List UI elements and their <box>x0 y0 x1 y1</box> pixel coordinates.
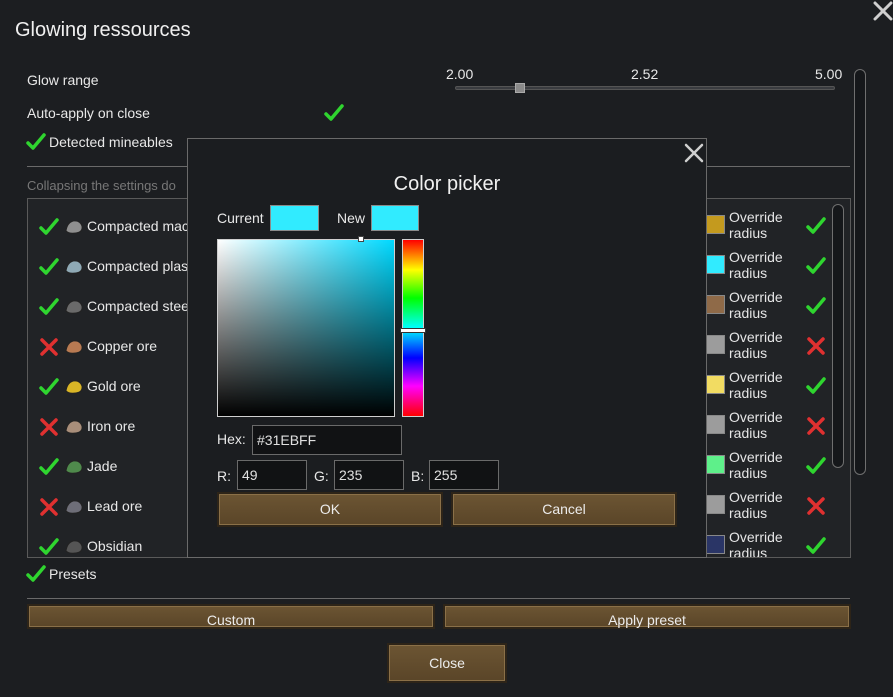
color-swatch[interactable] <box>706 335 725 354</box>
color-swatch[interactable] <box>706 295 725 314</box>
color-swatch[interactable] <box>706 495 725 514</box>
window-title: Glowing ressources <box>15 19 191 41</box>
mineral-name: Compacted stee <box>87 298 189 314</box>
mineral-name: Obsidian <box>87 538 143 554</box>
gold-ore-icon <box>65 380 83 394</box>
new-label: New <box>337 210 366 226</box>
dialog-title: Color picker <box>393 173 501 195</box>
list-scrollbar[interactable] <box>832 204 844 468</box>
enabled-check-icon[interactable] <box>39 537 59 557</box>
color-swatch[interactable] <box>706 375 725 394</box>
color-swatch[interactable] <box>706 415 725 434</box>
color-swatch[interactable] <box>706 255 725 274</box>
color-swatch[interactable] <box>706 535 725 554</box>
mineral-name: Compacted mac <box>87 218 189 234</box>
enabled-check-icon[interactable] <box>39 457 59 477</box>
enabled-check-icon[interactable] <box>39 377 59 397</box>
g-input[interactable] <box>334 460 404 490</box>
collapse-hint: Collapsing the settings do <box>27 178 176 193</box>
compacted-machinery-icon <box>65 220 83 234</box>
mineral-name: Compacted plas <box>87 258 189 274</box>
lead-ore-icon <box>65 500 83 514</box>
color-swatch[interactable] <box>706 455 725 474</box>
hex-label: Hex: <box>217 431 246 447</box>
override-cross-icon[interactable] <box>806 416 826 436</box>
divider <box>27 598 850 599</box>
new-color-swatch <box>371 205 419 231</box>
apply-preset-button[interactable]: Apply preset <box>443 604 851 629</box>
mineral-name: Copper ore <box>87 338 158 354</box>
disabled-cross-icon[interactable] <box>39 497 59 517</box>
close-button[interactable]: Close <box>387 643 507 683</box>
slider-handle[interactable] <box>515 83 525 93</box>
obsidian-icon <box>65 540 83 554</box>
glow-range-label: Glow range <box>27 72 99 88</box>
window-scrollbar[interactable] <box>854 69 866 475</box>
sv-cursor[interactable] <box>358 236 364 242</box>
override-radius-label: Override radius <box>729 369 783 401</box>
ok-button[interactable]: OK <box>217 492 443 527</box>
custom-button[interactable]: Custom <box>27 604 435 629</box>
hue-cursor[interactable] <box>400 328 426 333</box>
slider-max-label: 5.00 <box>815 66 843 82</box>
override-radius-label: Override radius <box>729 289 783 321</box>
jade-icon <box>65 460 83 474</box>
override-check-icon[interactable] <box>806 296 826 316</box>
disabled-cross-icon[interactable] <box>39 417 59 437</box>
override-radius-label: Override radius <box>729 449 783 481</box>
iron-ore-icon <box>65 420 83 434</box>
enabled-check-icon[interactable] <box>39 297 59 317</box>
override-radius-label: Override radius <box>729 249 783 281</box>
slider-value-label: 2.52 <box>631 66 659 82</box>
b-input[interactable] <box>429 460 499 490</box>
mineral-name: Jade <box>87 458 118 474</box>
override-check-icon[interactable] <box>806 456 826 476</box>
override-cross-icon[interactable] <box>806 496 826 516</box>
detected-mineables-toggle[interactable] <box>26 132 46 152</box>
detected-mineables-label: Detected mineables <box>49 134 173 150</box>
compacted-steel-icon <box>65 300 83 314</box>
auto-apply-label: Auto-apply on close <box>27 105 150 121</box>
cancel-button[interactable]: Cancel <box>451 492 677 527</box>
glow-range-slider[interactable] <box>455 86 835 90</box>
enabled-check-icon[interactable] <box>39 217 59 237</box>
mineral-name: Iron ore <box>87 418 136 434</box>
color-swatch[interactable] <box>706 215 725 234</box>
r-label: R: <box>217 468 231 484</box>
mineral-name: Gold ore <box>87 378 141 394</box>
presets-toggle[interactable] <box>26 564 46 584</box>
close-icon[interactable] <box>872 0 893 22</box>
auto-apply-checkbox[interactable] <box>324 103 344 123</box>
presets-label: Presets <box>49 566 97 582</box>
current-color-swatch <box>270 205 319 231</box>
mineral-name: Lead ore <box>87 498 143 514</box>
override-radius-label: Override radius <box>729 209 783 241</box>
r-input[interactable] <box>237 460 307 490</box>
hex-input[interactable] <box>252 425 402 455</box>
g-label: G: <box>314 468 329 484</box>
override-check-icon[interactable] <box>806 376 826 396</box>
compacted-plasteel-icon <box>65 260 83 274</box>
slider-min-label: 2.00 <box>446 66 474 82</box>
override-radius-label: Override radius <box>729 409 783 441</box>
saturation-value-area[interactable] <box>217 239 395 417</box>
dialog-close-icon[interactable] <box>684 143 704 163</box>
override-radius-label: Override radius <box>729 489 783 521</box>
copper-ore-icon <box>65 340 83 354</box>
b-label: B: <box>411 468 425 484</box>
override-check-icon[interactable] <box>806 536 826 556</box>
override-check-icon[interactable] <box>806 216 826 236</box>
disabled-cross-icon[interactable] <box>39 337 59 357</box>
override-radius-label: Override radius <box>729 529 783 558</box>
enabled-check-icon[interactable] <box>39 257 59 277</box>
current-label: Current <box>217 210 264 226</box>
override-check-icon[interactable] <box>806 256 826 276</box>
override-cross-icon[interactable] <box>806 336 826 356</box>
override-radius-label: Override radius <box>729 329 783 361</box>
